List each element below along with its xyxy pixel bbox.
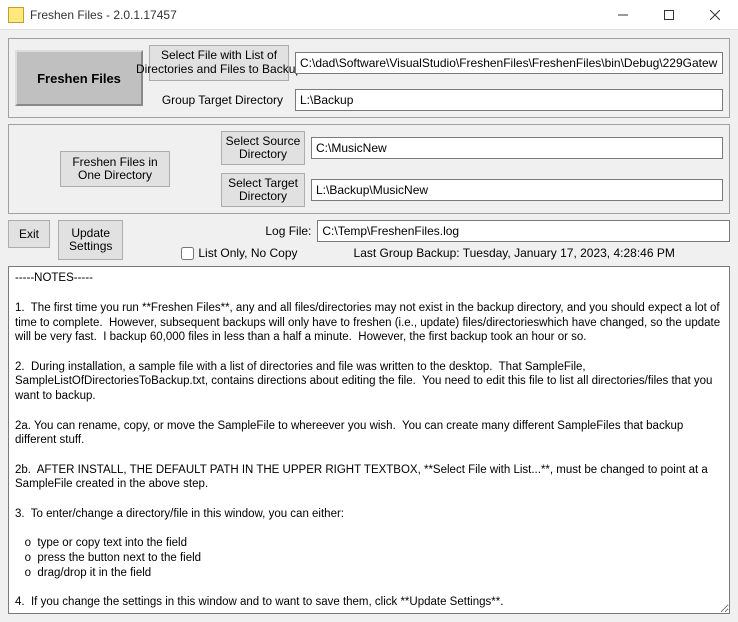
select-source-directory-button[interactable]: Select Source Directory — [221, 131, 305, 165]
freshen-files-button[interactable]: Freshen Files — [15, 50, 143, 106]
list-only-checkbox[interactable] — [181, 247, 194, 260]
exit-button[interactable]: Exit — [8, 220, 50, 248]
group-target-label: Group Target Directory — [149, 93, 289, 107]
maximize-button[interactable] — [646, 0, 692, 30]
last-backup-status: Last Group Backup: Tuesday, January 17, … — [354, 246, 675, 260]
titlebar: Freshen Files - 2.0.1.17457 — [0, 0, 738, 30]
list-file-path-input[interactable] — [295, 52, 723, 74]
group-backup-panel: Freshen Files Select File with List of D… — [8, 38, 730, 118]
single-directory-panel: Freshen Files in One Directory Select So… — [8, 124, 730, 214]
window-title: Freshen Files - 2.0.1.17457 — [30, 8, 177, 22]
log-file-label: Log File: — [131, 224, 311, 238]
source-directory-input[interactable] — [311, 137, 723, 159]
list-only-label: List Only, No Copy — [198, 246, 297, 260]
group-target-input[interactable] — [295, 89, 723, 111]
log-file-input[interactable] — [317, 220, 730, 242]
select-target-directory-button[interactable]: Select Target Directory — [221, 173, 305, 207]
app-window: Freshen Files - 2.0.1.17457 Freshen File… — [0, 0, 738, 622]
target-directory-input[interactable] — [311, 179, 723, 201]
controls-row: Exit Update Settings Log File: List Only… — [8, 220, 730, 260]
close-button[interactable] — [692, 0, 738, 30]
freshen-one-directory-button[interactable]: Freshen Files in One Directory — [60, 151, 170, 187]
select-list-file-button[interactable]: Select File with List of Directories and… — [149, 45, 289, 81]
app-icon — [8, 7, 24, 23]
update-settings-button[interactable]: Update Settings — [58, 220, 123, 260]
minimize-button[interactable] — [600, 0, 646, 30]
notes-textarea[interactable] — [8, 266, 730, 614]
